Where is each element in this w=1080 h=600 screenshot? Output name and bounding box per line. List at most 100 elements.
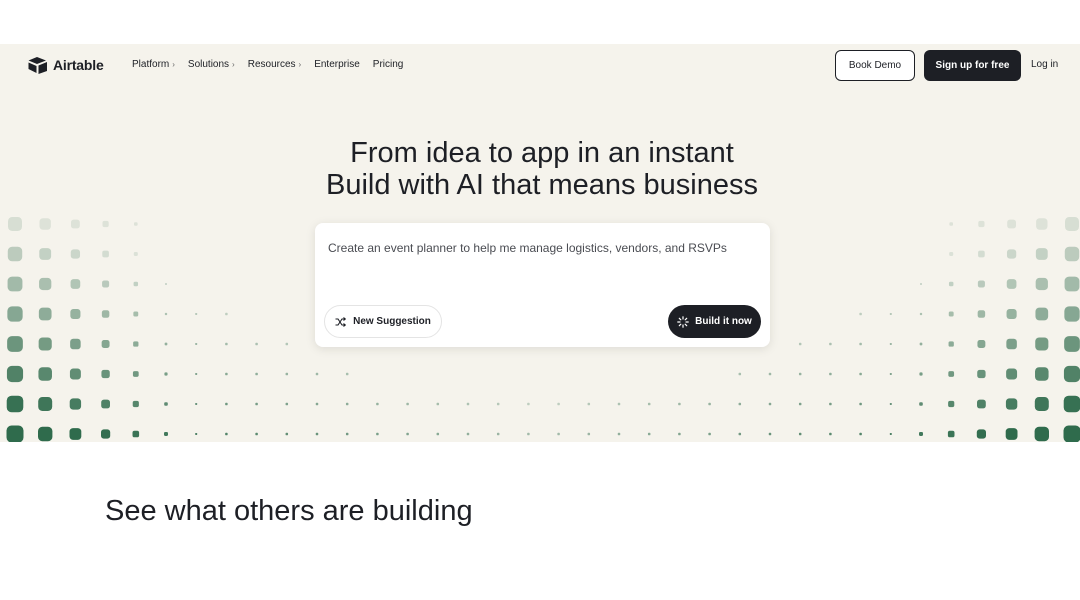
decorative-dot (859, 372, 862, 376)
signup-button[interactable]: Sign up for free (924, 50, 1021, 81)
decorative-dot (1005, 428, 1018, 440)
chevron-right-icon: › (232, 60, 235, 69)
decorative-dot (101, 399, 110, 409)
decorative-dot (1035, 277, 1048, 291)
decorative-dot (947, 430, 955, 438)
decorative-dot (101, 429, 111, 439)
decorative-dot (466, 432, 470, 436)
decorative-dot (978, 250, 985, 258)
new-suggestion-button[interactable]: New Suggestion (324, 305, 442, 338)
build-it-now-button[interactable]: Build it now (668, 305, 761, 338)
decorative-dot (195, 343, 198, 345)
nav-item-solutions[interactable]: Solutions › (188, 59, 235, 70)
nav-item-resources[interactable]: Resources › (248, 59, 301, 70)
decorative-dot (38, 426, 53, 442)
decorative-dot (587, 402, 591, 406)
decorative-dot (527, 432, 530, 436)
decorative-dot (133, 251, 138, 257)
decorative-dot (164, 372, 168, 376)
decorative-dot (1064, 306, 1080, 322)
decorative-dot (285, 342, 289, 346)
decorative-dot (70, 249, 81, 259)
decorative-dot (798, 402, 802, 406)
decorative-dot (647, 432, 651, 436)
decorative-dot (376, 432, 379, 436)
decorative-dot (70, 279, 81, 289)
build-it-now-label: Build it now (695, 316, 752, 327)
decorative-dot (496, 432, 500, 436)
decorative-dot (859, 342, 862, 346)
nav-item-label: Pricing (372, 59, 404, 70)
decorative-dot (315, 402, 319, 406)
airtable-logo-icon (28, 56, 48, 74)
decorative-dot (102, 250, 109, 258)
brand-name: Airtable (53, 57, 104, 73)
decorative-dot (101, 369, 110, 379)
decorative-dot (69, 428, 82, 440)
decorative-dot (889, 403, 892, 405)
decorative-dot (406, 432, 409, 436)
decorative-dot (768, 372, 772, 376)
decorative-dot (977, 340, 986, 348)
nav-item-pricing[interactable]: Pricing (373, 59, 404, 70)
decorative-dot (557, 402, 560, 406)
top-navigation: Airtable Platform › Solutions › Resources ›… (0, 44, 1080, 86)
hero-heading-line-1: From idea to app in an instant (350, 137, 734, 169)
nav-item-label: Enterprise (314, 59, 360, 70)
decorative-dot (225, 372, 228, 376)
decorative-dot (738, 432, 742, 436)
decorative-dot (69, 398, 82, 410)
page: Airtable Platform › Solutions › Resources ›… (0, 0, 1080, 600)
decorative-dot (315, 432, 319, 436)
decorative-dot (6, 395, 24, 413)
decorative-dot (225, 432, 228, 436)
decorative-dot (164, 342, 168, 346)
decorative-dot (1006, 338, 1017, 350)
decorative-dot (768, 402, 772, 406)
decorative-dot (132, 400, 139, 408)
decorative-dot (889, 433, 892, 435)
decorative-dot (345, 372, 349, 376)
brand-logo[interactable]: Airtable (28, 56, 104, 74)
decorative-dot (889, 343, 892, 345)
decorative-dot (225, 342, 228, 346)
nav-links: Platform › Solutions › Resources › Enterpri… (132, 59, 403, 70)
decorative-dot (948, 341, 954, 347)
decorative-dot (948, 311, 954, 317)
decorative-dot (1036, 218, 1048, 230)
decorative-dot (315, 372, 319, 376)
decorative-dot (977, 399, 986, 409)
hero-heading-line-2: Build with AI that means business (325, 169, 758, 201)
book-demo-button[interactable]: Book Demo (835, 50, 915, 81)
decorative-dot (7, 246, 23, 262)
decorative-dot (164, 432, 168, 436)
decorative-dot (496, 402, 500, 406)
prompt-input[interactable]: Create an event planner to help me manag… (328, 241, 727, 255)
decorative-dot (132, 430, 140, 438)
decorative-dot (976, 429, 986, 439)
decorative-dot (195, 313, 198, 315)
decorative-dot (285, 432, 289, 436)
prompt-card: Create an event planner to help me manag… (315, 223, 770, 347)
decorative-dot (255, 372, 258, 376)
hero-heading: From idea to app in an instant Build wit… (0, 137, 1080, 201)
login-link[interactable]: Log in (1031, 59, 1058, 70)
decorative-dot (7, 336, 23, 352)
decorative-dot (949, 251, 954, 257)
nav-item-platform[interactable]: Platform › (132, 59, 175, 70)
decorative-dot (557, 432, 560, 436)
decorative-dot (38, 307, 52, 321)
decorative-dot (708, 402, 711, 406)
decorative-dot (798, 342, 802, 346)
decorative-dot (1034, 426, 1049, 442)
decorative-dot (436, 402, 440, 406)
decorative-dot (102, 220, 109, 228)
decorative-dot (920, 283, 922, 285)
decorative-dot (829, 372, 832, 376)
decorative-dot (1035, 337, 1049, 351)
decorative-dot (225, 402, 228, 406)
decorative-dot (7, 276, 23, 292)
decorative-dot (132, 371, 139, 377)
decorative-dot (1007, 219, 1016, 229)
nav-item-enterprise[interactable]: Enterprise (314, 59, 360, 70)
